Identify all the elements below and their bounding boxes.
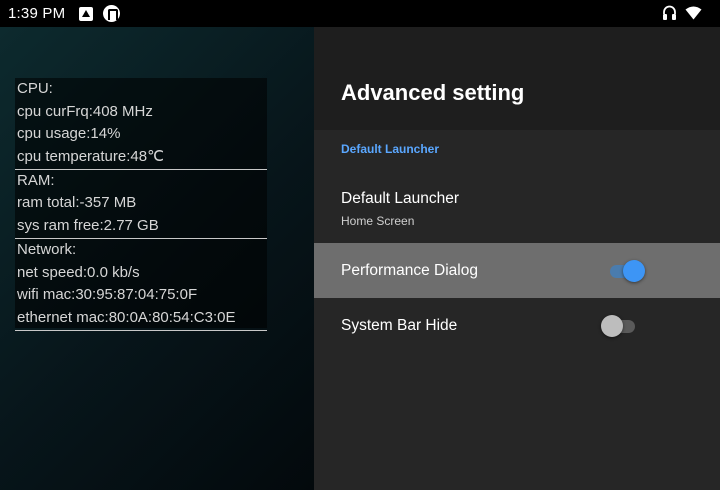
status-right-icons bbox=[662, 5, 702, 21]
ram-free: sys ram free:2.77 GB bbox=[17, 217, 159, 235]
page-title: Advanced setting bbox=[341, 80, 525, 105]
notification-p-icon bbox=[103, 5, 121, 22]
system-bar-hide-item[interactable]: System Bar Hide bbox=[314, 298, 720, 353]
default-launcher-item[interactable]: Default Launcher Home Screen bbox=[314, 177, 720, 243]
divider bbox=[15, 329, 267, 331]
system-bar-hide-switch[interactable] bbox=[601, 314, 637, 338]
settings-header: Advanced setting bbox=[314, 27, 720, 130]
wifi-mac: wifi mac:30:95:87:04:75:0F bbox=[17, 286, 198, 304]
cpu-temperature: cpu temperature:48℃ bbox=[17, 148, 164, 166]
category-title: Default Launcher bbox=[341, 142, 440, 156]
switch-thumb bbox=[601, 315, 623, 337]
performance-dialog-switch[interactable] bbox=[608, 259, 645, 283]
system-bar-hide-title: System Bar Hide bbox=[341, 317, 458, 334]
performance-dialog-title: Performance Dialog bbox=[341, 262, 478, 279]
net-speed: net speed:0.0 kb/s bbox=[17, 263, 140, 281]
ram-total: ram total:-357 MB bbox=[17, 194, 137, 212]
headset-icon bbox=[662, 5, 677, 21]
wifi-icon bbox=[685, 6, 702, 20]
app-a-icon bbox=[79, 6, 94, 21]
cpu-header: CPU: bbox=[17, 80, 53, 97]
ram-header: RAM: bbox=[17, 171, 55, 189]
ethernet-mac: ethernet mac:80:0A:80:54:C3:0E bbox=[17, 308, 236, 326]
cpu-usage: cpu usage:14% bbox=[17, 125, 121, 143]
default-launcher-summary: Home Screen bbox=[341, 214, 415, 228]
settings-panel: Advanced setting Default Launcher Defaul… bbox=[314, 27, 720, 490]
performance-overlay: CPU: cpu curFrq:408 MHz cpu usage:14% cp… bbox=[15, 78, 267, 331]
default-launcher-title: Default Launcher bbox=[341, 190, 460, 207]
status-time: 1:39 PM bbox=[8, 5, 66, 22]
status-bar: 1:39 PM bbox=[0, 0, 720, 27]
cpu-freq: cpu curFrq:408 MHz bbox=[17, 102, 153, 120]
switch-thumb bbox=[623, 260, 645, 282]
network-header: Network: bbox=[17, 240, 77, 258]
performance-dialog-item[interactable]: Performance Dialog bbox=[314, 243, 720, 298]
